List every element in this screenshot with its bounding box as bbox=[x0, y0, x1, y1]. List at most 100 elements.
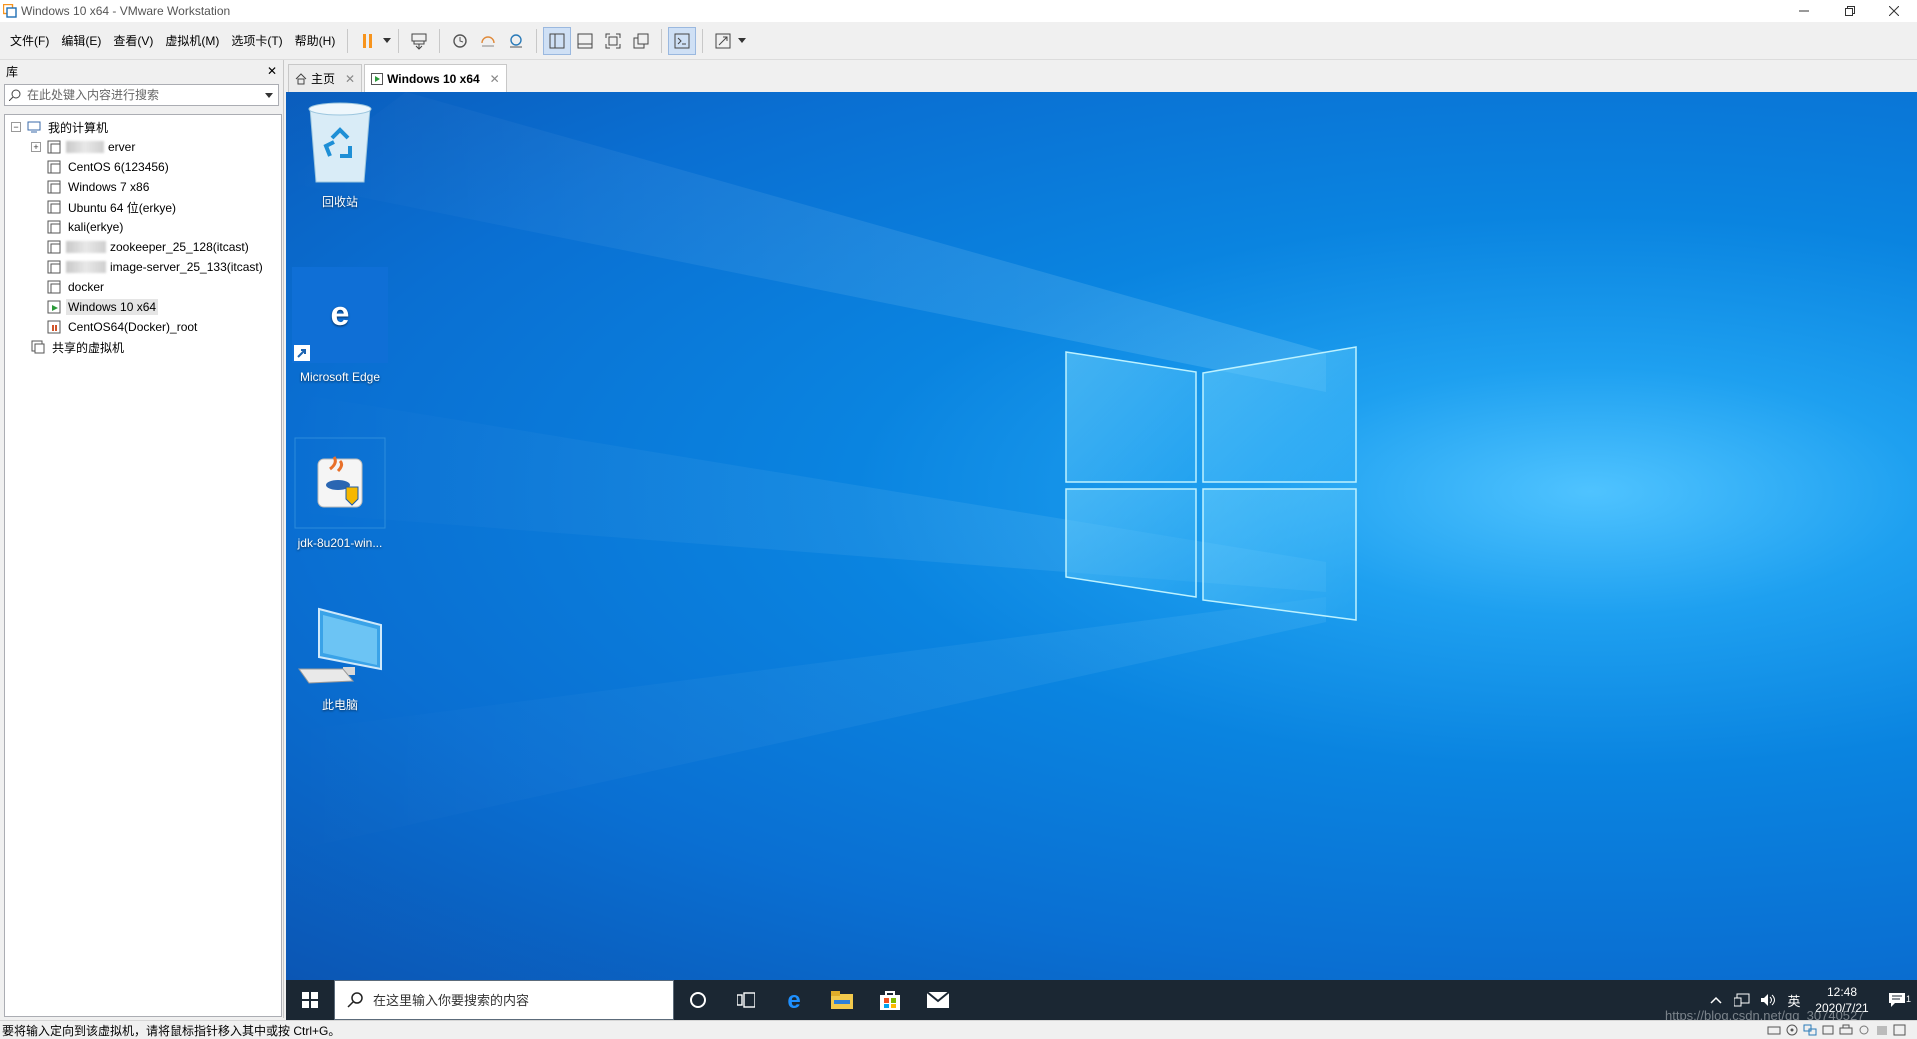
restore-icon[interactable] bbox=[1827, 0, 1873, 22]
tree-item-label: CentOS64(Docker)_root bbox=[68, 320, 198, 334]
revert-snapshot-icon[interactable] bbox=[474, 27, 502, 55]
tree-item-vm[interactable]: CentOS 6(123456) bbox=[5, 157, 281, 177]
search-dropdown-icon[interactable] bbox=[265, 93, 273, 98]
fullscreen-icon[interactable] bbox=[599, 27, 627, 55]
printer-icon[interactable] bbox=[1837, 1022, 1855, 1038]
tree-item-vm[interactable]: Ubuntu 64 位(erkye) bbox=[5, 197, 281, 217]
library-search-input[interactable] bbox=[27, 88, 257, 102]
menu-tabs[interactable]: 选项卡(T) bbox=[225, 22, 288, 60]
tree-item-label: Ubuntu 64 位(erkye) bbox=[68, 200, 177, 215]
shared-vms-icon bbox=[31, 340, 45, 354]
desktop-icon-label: Microsoft Edge bbox=[299, 370, 381, 384]
edge-icon[interactable]: e bbox=[770, 980, 818, 1020]
tree-item-vm[interactable]: + erver bbox=[5, 137, 281, 157]
tab-close-icon[interactable]: ✕ bbox=[345, 72, 355, 86]
tab-close-icon[interactable]: ✕ bbox=[490, 72, 500, 86]
tree-item-vm[interactable]: image-server_25_133(itcast) bbox=[5, 257, 281, 277]
tab-label: Windows 10 x64 bbox=[387, 71, 480, 86]
action-center-icon[interactable]: 1 bbox=[1877, 980, 1917, 1020]
vm-icon bbox=[47, 180, 61, 194]
tree-item-vm[interactable]: kali(erkye) bbox=[5, 217, 281, 237]
network-adapter-icon[interactable] bbox=[1801, 1022, 1819, 1038]
snapshot-icon[interactable] bbox=[446, 27, 474, 55]
toolbar-separator bbox=[536, 28, 538, 53]
tree-item-vm[interactable]: zookeeper_25_128(itcast) bbox=[5, 237, 281, 257]
vm-icon bbox=[47, 140, 61, 154]
send-ctrl-alt-del-icon[interactable] bbox=[405, 27, 433, 55]
snapshot-manager-icon[interactable] bbox=[502, 27, 530, 55]
usb-icon[interactable] bbox=[1819, 1022, 1837, 1038]
obscured-text bbox=[66, 141, 104, 153]
tab-windows10[interactable]: Windows 10 x64 ✕ bbox=[364, 64, 507, 92]
library-search bbox=[4, 84, 279, 106]
tree-item-vm[interactable]: docker bbox=[5, 277, 281, 297]
library-close-icon[interactable]: ✕ bbox=[267, 64, 277, 78]
store-icon[interactable] bbox=[866, 980, 914, 1020]
desktop-icon-jdk[interactable]: jdk-8u201-win... bbox=[290, 437, 390, 550]
task-view-icon[interactable] bbox=[722, 980, 770, 1020]
start-icon[interactable] bbox=[286, 980, 334, 1020]
vm-tree: − 我的计算机 + erver CentOS 6(123456) Windows… bbox=[4, 114, 282, 1017]
vm-icon bbox=[47, 280, 61, 294]
console-icon[interactable] bbox=[668, 26, 697, 55]
this-pc-icon bbox=[295, 607, 385, 689]
windows-hero-wallpaper bbox=[286, 92, 1357, 852]
toolbar-separator bbox=[439, 28, 441, 53]
file-explorer-icon[interactable] bbox=[818, 980, 866, 1020]
tree-root-my-computer[interactable]: − 我的计算机 bbox=[5, 117, 281, 137]
tree-item-label: erver bbox=[108, 140, 136, 154]
cd-dvd-icon[interactable] bbox=[1783, 1022, 1801, 1038]
stretch-dropdown-icon[interactable] bbox=[737, 27, 747, 55]
desktop-icon-this-pc[interactable]: 此电脑 bbox=[290, 607, 390, 713]
close-icon[interactable] bbox=[1871, 0, 1917, 22]
guest-desktop[interactable]: 回收站 e Microsoft Edge jdk-8u201-win... 此电… bbox=[286, 92, 1917, 980]
svg-text:e: e bbox=[787, 989, 800, 1011]
menu-file[interactable]: 文件(F) bbox=[4, 22, 55, 60]
message-log-icon[interactable] bbox=[1891, 1022, 1909, 1038]
vm-icon bbox=[47, 200, 61, 214]
library-view-icon[interactable] bbox=[543, 26, 572, 55]
desktop-icon-edge[interactable]: e Microsoft Edge bbox=[290, 267, 390, 384]
tree-item-vm-selected[interactable]: Windows 10 x64 bbox=[5, 297, 281, 317]
vm-icon bbox=[47, 260, 61, 274]
notification-count: 1 bbox=[1905, 994, 1911, 1004]
unity-icon[interactable] bbox=[627, 27, 655, 55]
vmware-icon bbox=[3, 4, 17, 18]
hard-disk-icon[interactable] bbox=[1765, 1022, 1783, 1038]
library-title: 库 bbox=[6, 64, 19, 79]
power-dropdown-icon[interactable] bbox=[382, 27, 392, 55]
tab-home[interactable]: 主页 ✕ bbox=[288, 64, 363, 92]
thumbnail-bar-icon[interactable] bbox=[571, 27, 599, 55]
display-icon[interactable] bbox=[1873, 1022, 1891, 1038]
tree-item-vm[interactable]: CentOS64(Docker)_root bbox=[5, 317, 281, 337]
menu-edit[interactable]: 编辑(E) bbox=[55, 22, 107, 60]
stretch-icon[interactable] bbox=[709, 27, 737, 55]
tree-root-label: 我的计算机 bbox=[48, 120, 109, 135]
expand-icon[interactable]: + bbox=[31, 142, 41, 152]
taskbar-search-box[interactable] bbox=[334, 980, 674, 1020]
taskbar-search-input[interactable] bbox=[373, 992, 653, 1008]
tree-item-label: kali(erkye) bbox=[68, 220, 124, 234]
computer-icon bbox=[27, 120, 41, 134]
menu-vm[interactable]: 虚拟机(M) bbox=[159, 22, 225, 60]
vm-suspended-icon bbox=[47, 320, 61, 334]
mail-icon[interactable] bbox=[914, 980, 962, 1020]
obscured-text bbox=[66, 241, 106, 253]
sound-card-icon[interactable] bbox=[1855, 1022, 1873, 1038]
search-icon bbox=[9, 89, 21, 101]
vm-icon bbox=[47, 220, 61, 234]
obscured-text bbox=[66, 261, 106, 273]
menu-view[interactable]: 查看(V) bbox=[107, 22, 159, 60]
collapse-icon[interactable]: − bbox=[11, 122, 21, 132]
vm-running-icon bbox=[371, 72, 384, 85]
toolbar-separator bbox=[661, 28, 663, 53]
desktop-icon-recycle-bin[interactable]: 回收站 bbox=[290, 100, 390, 210]
toolbar-separator bbox=[702, 28, 704, 53]
window-title: Windows 10 x64 - VMware Workstation bbox=[21, 4, 231, 18]
menu-help[interactable]: 帮助(H) bbox=[289, 22, 342, 60]
cortana-icon[interactable] bbox=[674, 980, 722, 1020]
pause-icon[interactable] bbox=[354, 27, 382, 55]
tree-item-shared[interactable]: 共享的虚拟机 bbox=[5, 337, 281, 357]
minimize-icon[interactable] bbox=[1781, 0, 1827, 22]
tree-item-vm[interactable]: Windows 7 x86 bbox=[5, 177, 281, 197]
